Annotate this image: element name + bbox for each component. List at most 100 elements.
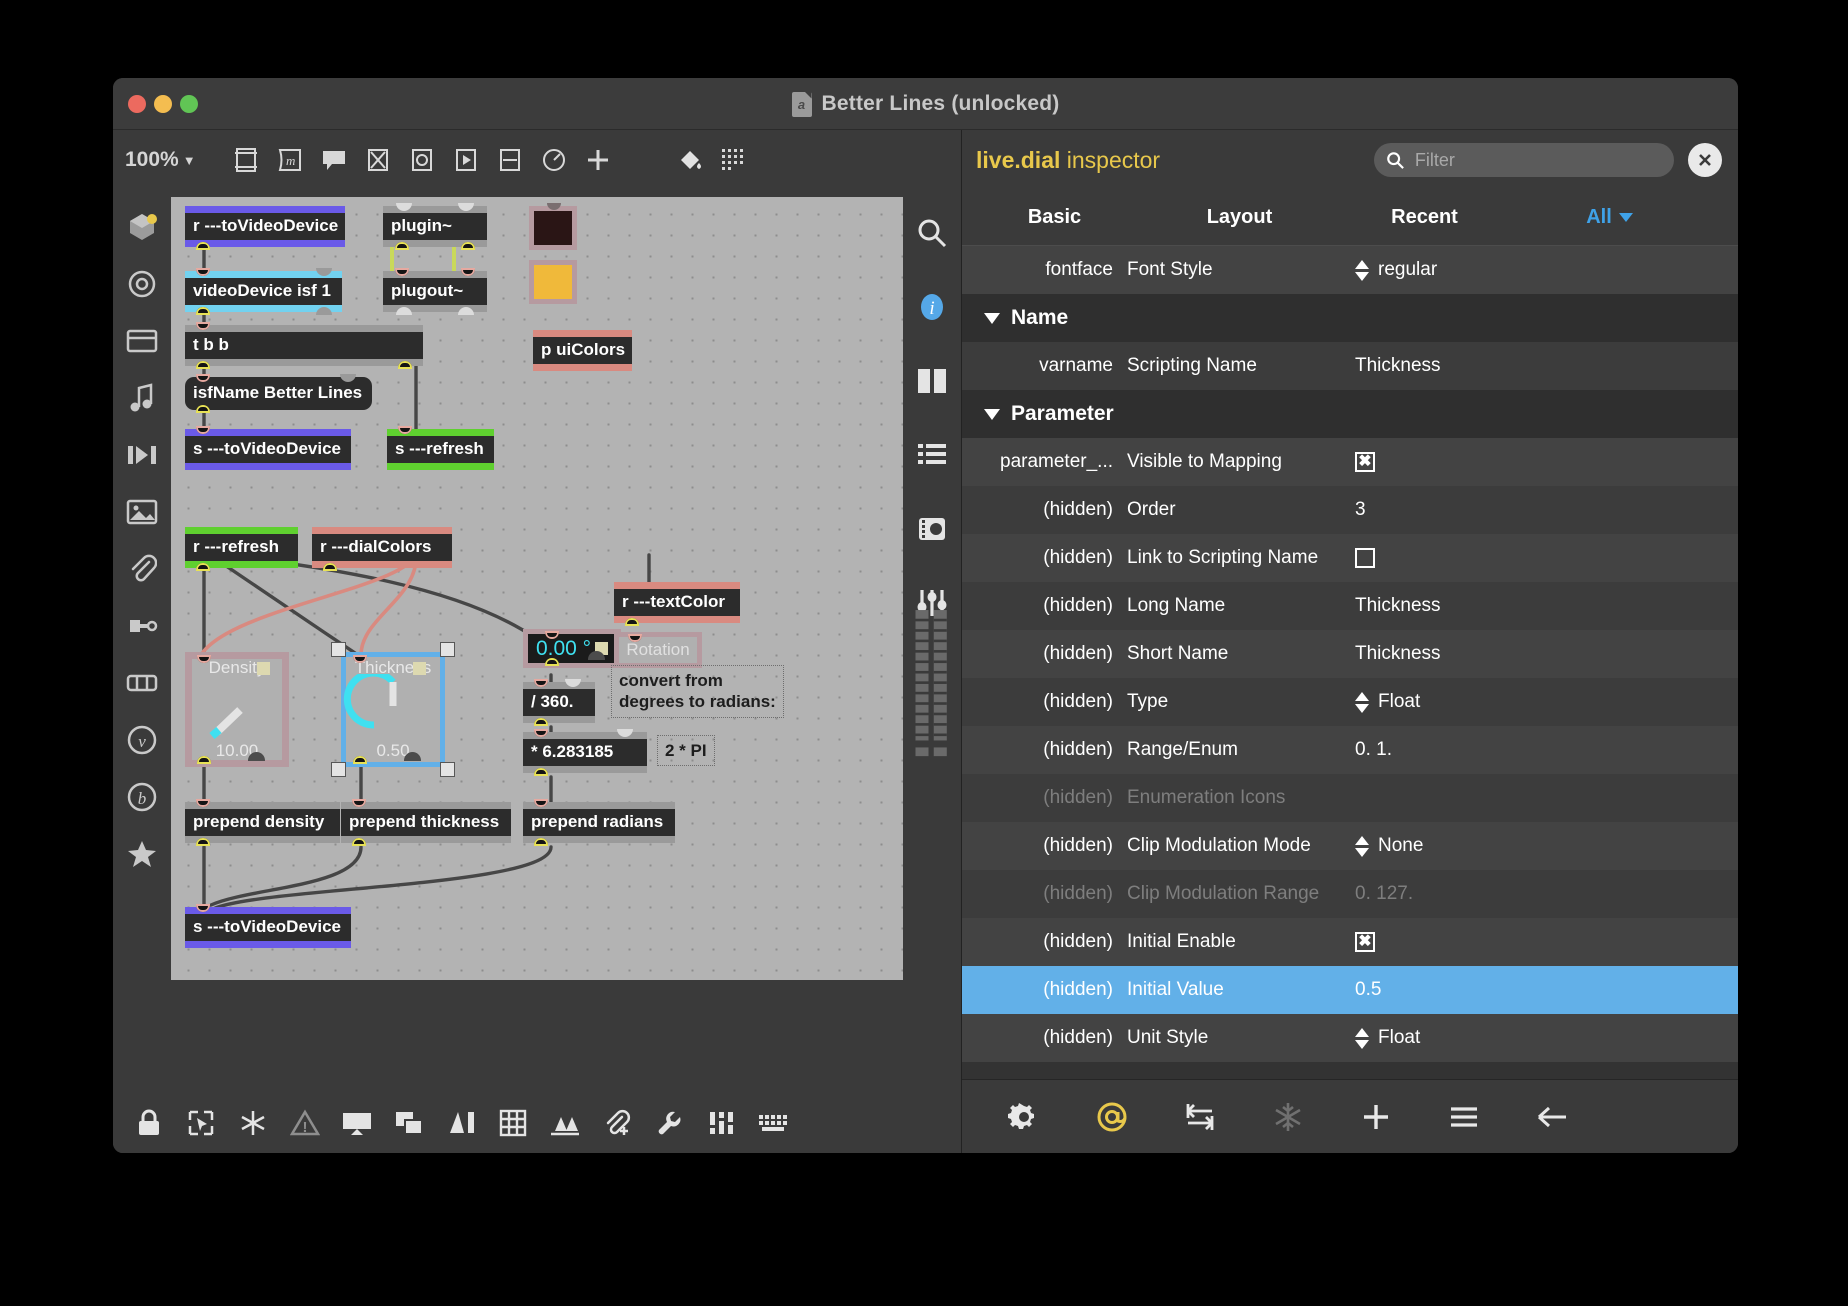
object-r-refresh[interactable]: r ---refresh bbox=[185, 527, 298, 571]
list-icon[interactable] bbox=[912, 435, 952, 475]
attribute-value-cell[interactable]: Thickness bbox=[1355, 643, 1738, 665]
outlet[interactable] bbox=[197, 756, 211, 764]
objects-icon[interactable] bbox=[122, 207, 162, 247]
back-arrow-icon[interactable] bbox=[1508, 1087, 1596, 1147]
checkbox-unchecked[interactable] bbox=[1355, 548, 1375, 568]
object-mult-twopi[interactable]: * 6.283185 bbox=[523, 729, 647, 776]
attribute-value-cell[interactable]: Float bbox=[1355, 1027, 1738, 1049]
zoom-level-label[interactable]: 100% bbox=[125, 148, 179, 172]
object-plugout[interactable]: plugout~ bbox=[383, 268, 487, 315]
tab-recent[interactable]: Recent bbox=[1332, 206, 1517, 229]
selection-handle-bl[interactable] bbox=[331, 762, 346, 777]
sidebar-icon[interactable] bbox=[912, 361, 952, 401]
color-swatch-dark[interactable] bbox=[529, 203, 577, 250]
search-icon[interactable] bbox=[912, 213, 952, 253]
outlet[interactable] bbox=[534, 767, 548, 776]
attach-file-icon[interactable] bbox=[595, 1103, 639, 1143]
at-sign-icon[interactable] bbox=[1068, 1087, 1156, 1147]
keyboard-icon[interactable] bbox=[751, 1103, 795, 1143]
menu-icon[interactable] bbox=[1420, 1087, 1508, 1147]
tab-all[interactable]: All bbox=[1517, 206, 1702, 229]
close-icon[interactable] bbox=[1688, 143, 1722, 177]
presentation-icon[interactable] bbox=[335, 1103, 379, 1143]
inspector-group-header[interactable]: Name bbox=[962, 294, 1738, 342]
dial-icon[interactable] bbox=[532, 138, 576, 182]
outlet[interactable] bbox=[534, 717, 548, 726]
controls-icon[interactable] bbox=[122, 663, 162, 703]
warning-icon[interactable]: ! bbox=[283, 1103, 327, 1143]
attribute-value-cell[interactable] bbox=[1355, 548, 1738, 568]
distribute-icon[interactable] bbox=[543, 1103, 587, 1143]
filter-input[interactable] bbox=[1412, 148, 1662, 172]
lock-icon[interactable] bbox=[127, 1103, 171, 1143]
live-dial-density[interactable]: Density 10.00 bbox=[185, 652, 289, 767]
freeze-icon[interactable] bbox=[231, 1103, 275, 1143]
arrange-icon[interactable] bbox=[439, 1103, 483, 1143]
attribute-value-cell[interactable]: ✖ bbox=[1355, 932, 1738, 952]
chevron-down-icon[interactable]: ▼ bbox=[183, 153, 196, 168]
mixer-icon[interactable] bbox=[699, 1103, 743, 1143]
outlet[interactable] bbox=[196, 837, 210, 846]
outlet[interactable] bbox=[196, 404, 210, 413]
inspector-row[interactable]: (hidden) Type Float bbox=[962, 678, 1738, 726]
object-plugin[interactable]: plugin~ bbox=[383, 203, 487, 250]
checkbox-checked[interactable]: ✖ bbox=[1355, 932, 1375, 952]
color-swatch-orange[interactable] bbox=[529, 260, 577, 304]
filter-box[interactable] bbox=[1374, 143, 1674, 177]
meters-icon[interactable] bbox=[912, 610, 952, 757]
selection-handle-br[interactable] bbox=[440, 762, 455, 777]
comment-icon[interactable] bbox=[312, 138, 356, 182]
jitter-icon[interactable] bbox=[122, 435, 162, 475]
object-isfname[interactable]: isfName Better Lines bbox=[185, 374, 372, 413]
triangle-down-icon[interactable] bbox=[984, 312, 1000, 324]
inspector-row[interactable]: (hidden) Clip Modulation Mode None bbox=[962, 822, 1738, 870]
swap-icon[interactable] bbox=[1156, 1087, 1244, 1147]
circle-icon[interactable] bbox=[122, 264, 162, 304]
outlet[interactable] bbox=[323, 562, 337, 571]
panel-icon[interactable] bbox=[122, 321, 162, 361]
image-icon[interactable] bbox=[122, 492, 162, 532]
object-r-tovideodevice[interactable]: r ---toVideoDevice bbox=[185, 206, 345, 250]
checkbox-checked[interactable]: ✖ bbox=[1355, 452, 1375, 472]
outlet[interactable] bbox=[625, 617, 639, 626]
live-dial-thickness[interactable]: Thickness 0.50 bbox=[331, 642, 455, 777]
attribute-value-cell[interactable]: Thickness bbox=[1355, 355, 1738, 377]
object-r-textcolor[interactable]: r ---textColor bbox=[614, 582, 740, 626]
button-icon[interactable] bbox=[400, 138, 444, 182]
inspector-row[interactable]: (hidden) Clip Modulation Range 0. 127. bbox=[962, 870, 1738, 918]
inspector-row[interactable]: (hidden) Short Name Thickness bbox=[962, 630, 1738, 678]
selection-handle-tl[interactable] bbox=[331, 642, 346, 657]
spinner-icon[interactable] bbox=[1355, 835, 1369, 857]
wrench-icon[interactable] bbox=[647, 1103, 691, 1143]
outlet[interactable] bbox=[196, 241, 210, 250]
spinner-icon[interactable] bbox=[1355, 691, 1369, 713]
snowflake-icon[interactable] bbox=[1244, 1087, 1332, 1147]
inspector-row[interactable]: varname Scripting Name Thickness bbox=[962, 342, 1738, 390]
attribute-value-cell[interactable]: 3 bbox=[1355, 499, 1738, 521]
object-s-refresh[interactable]: s ---refresh bbox=[387, 426, 494, 470]
info-icon[interactable]: i bbox=[912, 287, 952, 327]
snapshot-icon[interactable] bbox=[912, 509, 952, 549]
inspector-row[interactable]: fontface Font Style regular bbox=[962, 246, 1738, 294]
music-icon[interactable] bbox=[122, 378, 162, 418]
attach-icon[interactable] bbox=[122, 549, 162, 589]
outlet[interactable] bbox=[353, 756, 367, 764]
beap-icon[interactable]: b bbox=[122, 777, 162, 817]
inspector-row[interactable]: (hidden) Initial Value 0.5 bbox=[962, 966, 1738, 1014]
outlet[interactable] bbox=[545, 658, 559, 666]
object-div360[interactable]: / 360. bbox=[523, 679, 595, 726]
inspector-row[interactable]: parameter_... Visible to Mapping ✖ bbox=[962, 438, 1738, 486]
outlet[interactable] bbox=[352, 837, 366, 846]
inspector-row[interactable]: (hidden) Initial Enable ✖ bbox=[962, 918, 1738, 966]
inspector-row[interactable]: (hidden) Range/Enum 0. 1. bbox=[962, 726, 1738, 774]
paint-icon[interactable] bbox=[668, 138, 712, 182]
new-object-icon[interactable] bbox=[224, 138, 268, 182]
plus-icon[interactable] bbox=[1332, 1087, 1420, 1147]
toggle-icon[interactable] bbox=[356, 138, 400, 182]
object-r-dialcolors[interactable]: r ---dialColors bbox=[312, 527, 452, 571]
attribute-value-cell[interactable]: regular bbox=[1355, 259, 1738, 281]
tab-layout[interactable]: Layout bbox=[1147, 206, 1332, 229]
spinner-icon[interactable] bbox=[1355, 259, 1369, 281]
object-prepend-radians[interactable]: prepend radians bbox=[523, 799, 675, 846]
triangle-down-icon[interactable] bbox=[984, 408, 1000, 420]
